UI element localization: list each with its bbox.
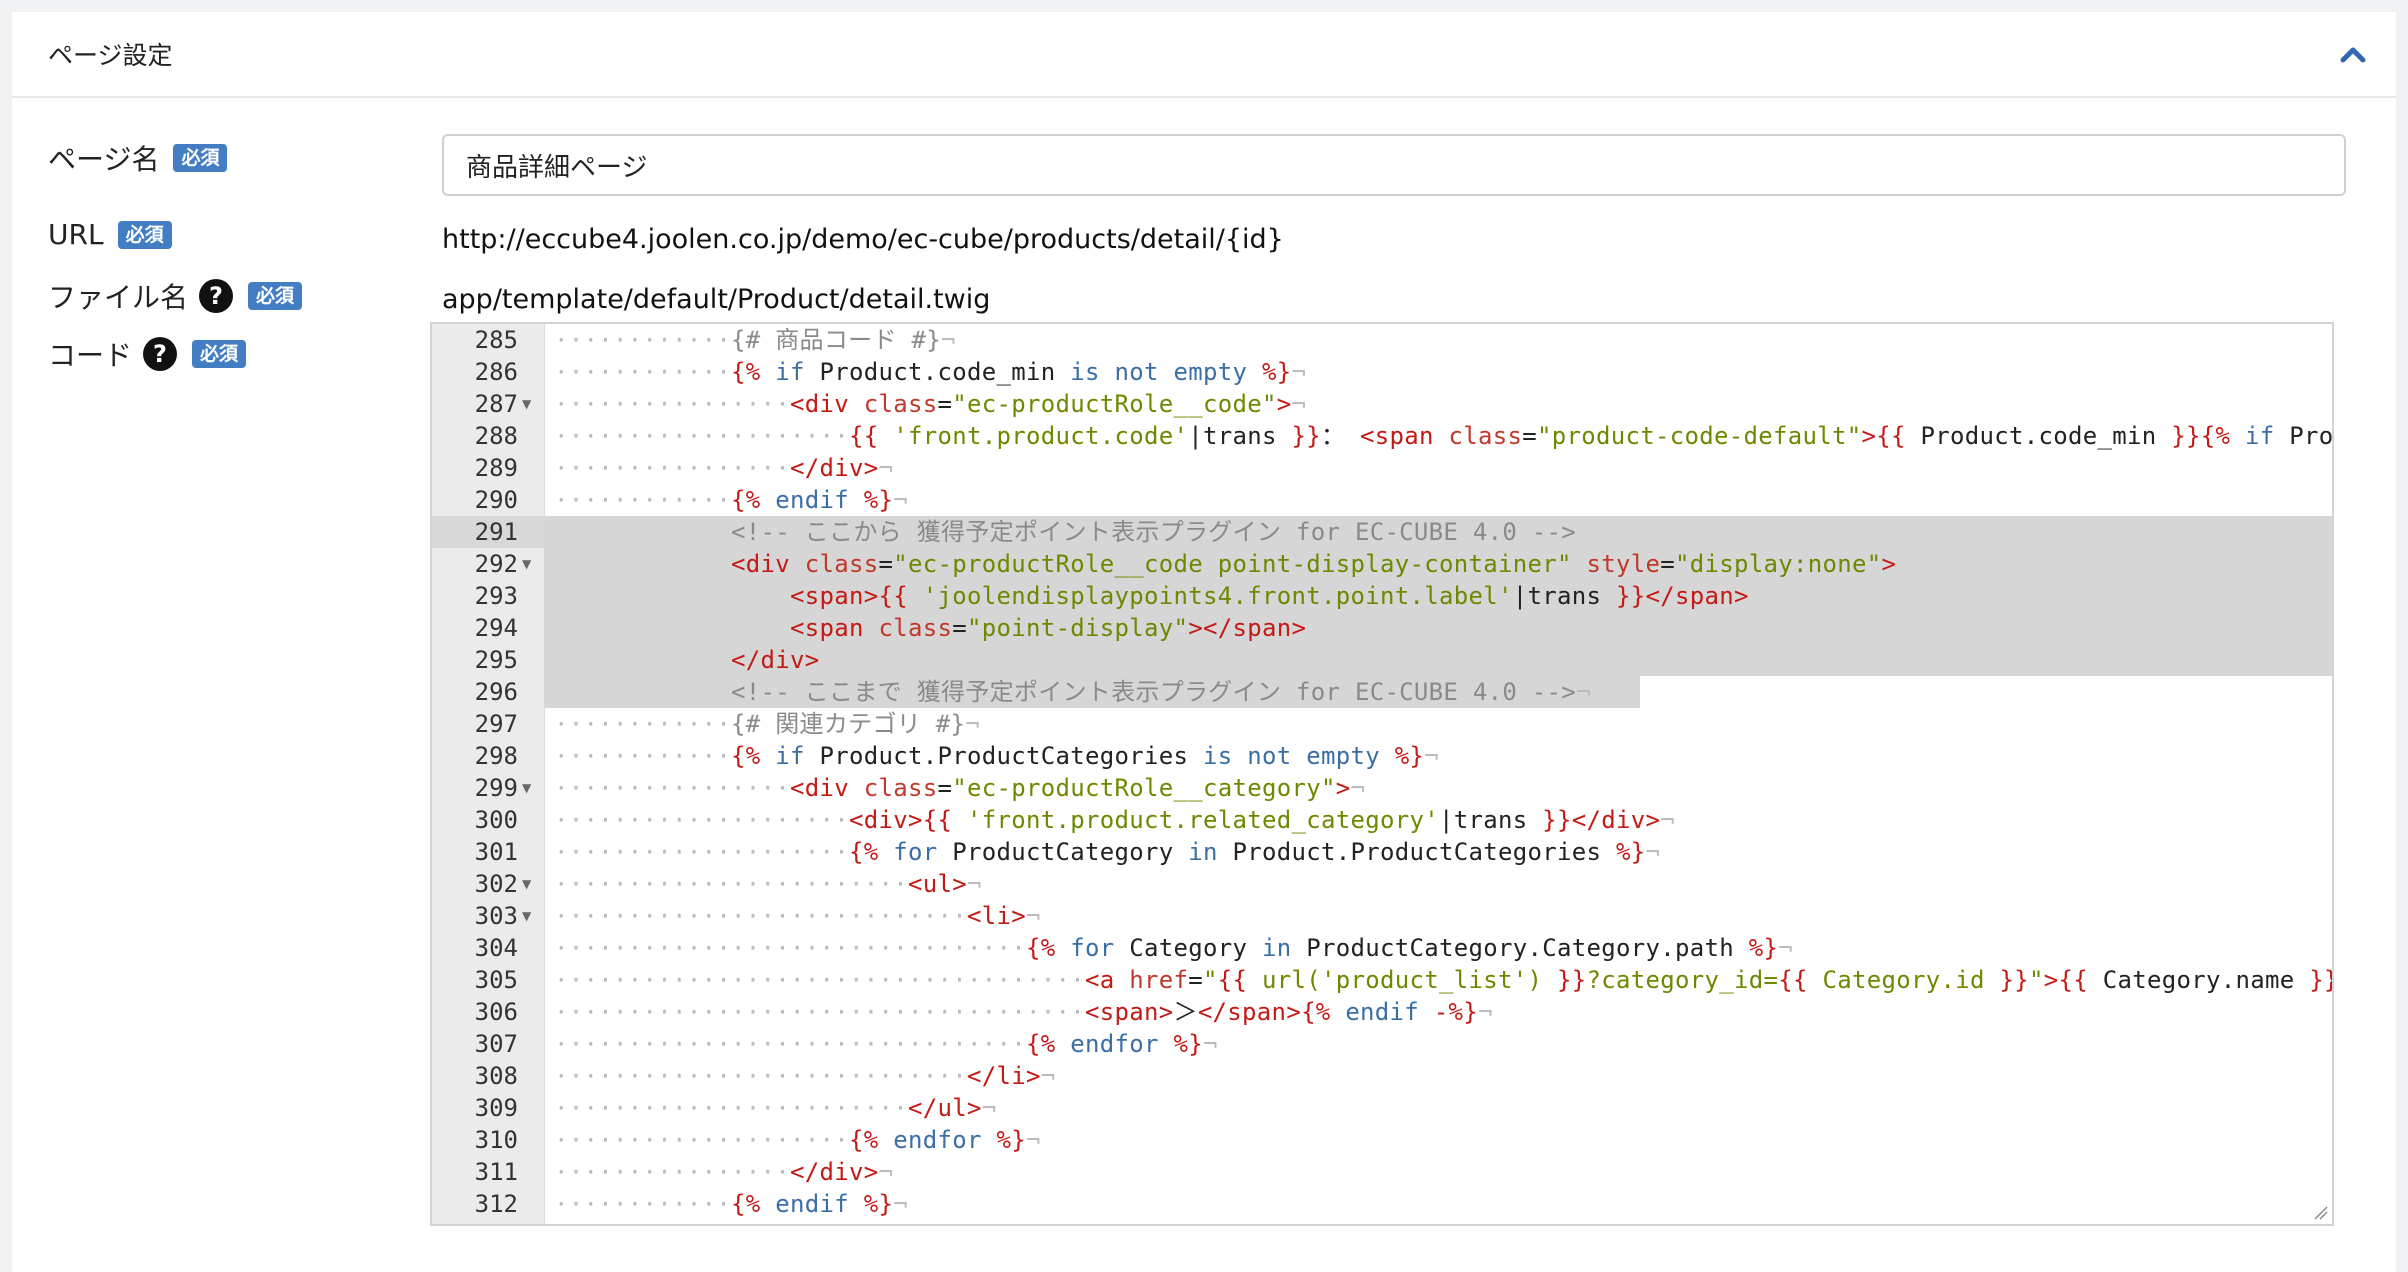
line-number: 302 [474, 870, 518, 898]
file-name-value: app/template/default/Product/detail.twig [442, 284, 991, 315]
line-number: 289 [474, 454, 518, 482]
code-line[interactable]: ································{% endfo… [554, 1028, 1218, 1060]
code-line[interactable]: ················</div>¬ [554, 1156, 893, 1188]
code-line[interactable]: <div class="ec-productRole__code point-d… [554, 548, 1896, 580]
line-number: 297 [474, 710, 518, 738]
line-number: 292 [474, 550, 518, 578]
fold-arrow-icon[interactable]: ▼ [522, 388, 538, 420]
code-line[interactable]: ················</div>¬ [554, 452, 893, 484]
line-number: 304 [474, 934, 518, 962]
line-number: 288 [474, 422, 518, 450]
url-label: URL 必須 [48, 218, 172, 251]
code-line[interactable]: ············{% endif %}¬ [554, 484, 908, 516]
line-number: 310 [474, 1126, 518, 1154]
fold-arrow-icon[interactable]: ▼ [522, 900, 538, 932]
code-line[interactable]: ············{% endif %}¬ [554, 1188, 908, 1220]
line-number: 285 [474, 326, 518, 354]
line-number: 303 [474, 902, 518, 930]
resize-grip-icon[interactable] [2312, 1204, 2328, 1220]
code-line[interactable]: <span class="point-display"></span> [554, 612, 1306, 644]
line-number: 307 [474, 1030, 518, 1058]
question-circle-icon[interactable]: ? [142, 336, 178, 372]
fold-arrow-icon[interactable]: ▼ [522, 772, 538, 804]
svg-text:?: ? [209, 282, 223, 310]
line-number-gutter: 285 286 287 ▼ 288 289 290 291 292 ▼ 293 294 295 296 29… [432, 324, 545, 1224]
code-label: コード ? 必須 [48, 334, 247, 374]
required-badge: 必須 [192, 340, 247, 368]
line-number: 294 [474, 614, 518, 642]
line-number: 299 [474, 774, 518, 802]
chevron-up-icon[interactable] [2338, 40, 2368, 70]
code-line[interactable]: </div> [554, 644, 820, 676]
code-editor[interactable]: 285 286 287 ▼ 288 289 290 291 292 ▼ 293 294 295 296 29… [430, 322, 2334, 1226]
line-number: 311 [474, 1158, 518, 1186]
code-line[interactable]: ····························<li>¬ [554, 900, 1041, 932]
line-number: 291 [474, 518, 518, 546]
code-line[interactable]: ····················{% endfor %}¬ [554, 1124, 1041, 1156]
code-line[interactable]: ····················{{ 'front.product.co… [554, 420, 2332, 452]
code-line[interactable]: ············{% if Product.ProductCategor… [554, 740, 1439, 772]
line-number: 309 [474, 1094, 518, 1122]
line-number: 300 [474, 806, 518, 834]
question-circle-icon[interactable]: ? [198, 278, 234, 314]
line-number: 295 [474, 646, 518, 674]
code-line[interactable]: <!-- ここから 獲得予定ポイント表示プラグイン for EC-CUBE 4.… [554, 516, 1576, 548]
code-line[interactable]: ············{% if Product.code_min is no… [554, 356, 1306, 388]
code-line[interactable]: <!-- ここまで 獲得予定ポイント表示プラグイン for EC-CUBE 4.… [554, 676, 1591, 708]
code-line[interactable]: ····································<spa… [554, 996, 1493, 1028]
code-line[interactable]: ························<ul>¬ [554, 868, 982, 900]
required-badge: 必須 [248, 282, 303, 310]
code-line[interactable]: ························</ul>¬ [554, 1092, 997, 1124]
required-badge: 必須 [173, 144, 228, 172]
line-number: 305 [474, 966, 518, 994]
svg-text:?: ? [153, 340, 167, 368]
url-label-text: URL [48, 218, 104, 251]
code-line[interactable]: ····························</li>¬ [554, 1060, 1056, 1092]
page-name-input[interactable] [442, 134, 2346, 196]
fold-arrow-icon[interactable]: ▼ [522, 868, 538, 900]
line-number: 298 [474, 742, 518, 770]
line-number: 306 [474, 998, 518, 1026]
code-label-text: コード [48, 339, 133, 372]
code-line[interactable]: ····································<a h… [554, 964, 2332, 996]
code-line[interactable]: <span>{{ 'joolendisplaypoints4.front.poi… [554, 580, 1749, 612]
fold-arrow-icon[interactable]: ▼ [522, 548, 538, 580]
line-number: 301 [474, 838, 518, 866]
line-number: 308 [474, 1062, 518, 1090]
file-name-label-text: ファイル名 [48, 281, 189, 314]
file-name-label: ファイル名 ? 必須 [48, 276, 303, 316]
code-line[interactable]: ································{% for C… [554, 932, 1793, 964]
code-line[interactable]: ················<div class="ec-productRo… [554, 388, 1306, 420]
line-number: 312 [474, 1190, 518, 1218]
code-line[interactable]: ····················<div>{{ 'front.produ… [554, 804, 1675, 836]
line-number: 286 [474, 358, 518, 386]
code-line[interactable]: ············{# 関連カテゴリ #}¬ [554, 708, 980, 740]
card-title: ページ設定 [48, 41, 173, 70]
page-name-label: ページ名 必須 [48, 138, 228, 178]
code-line[interactable]: ············{# 商品コード #}¬ [554, 324, 956, 356]
code-line[interactable]: ····················{% for ProductCatego… [554, 836, 1660, 868]
page-name-label-text: ページ名 [48, 143, 160, 176]
code-line[interactable]: ················<div class="ec-productRo… [554, 772, 1365, 804]
required-badge: 必須 [117, 220, 172, 249]
line-number: 290 [474, 486, 518, 514]
url-value: http://eccube4.joolen.co.jp/demo/ec-cube… [442, 224, 1284, 255]
line-number: 296 [474, 678, 518, 706]
line-number: 293 [474, 582, 518, 610]
line-number: 287 [474, 390, 518, 418]
code-area[interactable]: ············{# 商品コード #}¬ ············{% i… [544, 324, 2332, 1224]
card-header: ページ設定 [12, 12, 2396, 98]
